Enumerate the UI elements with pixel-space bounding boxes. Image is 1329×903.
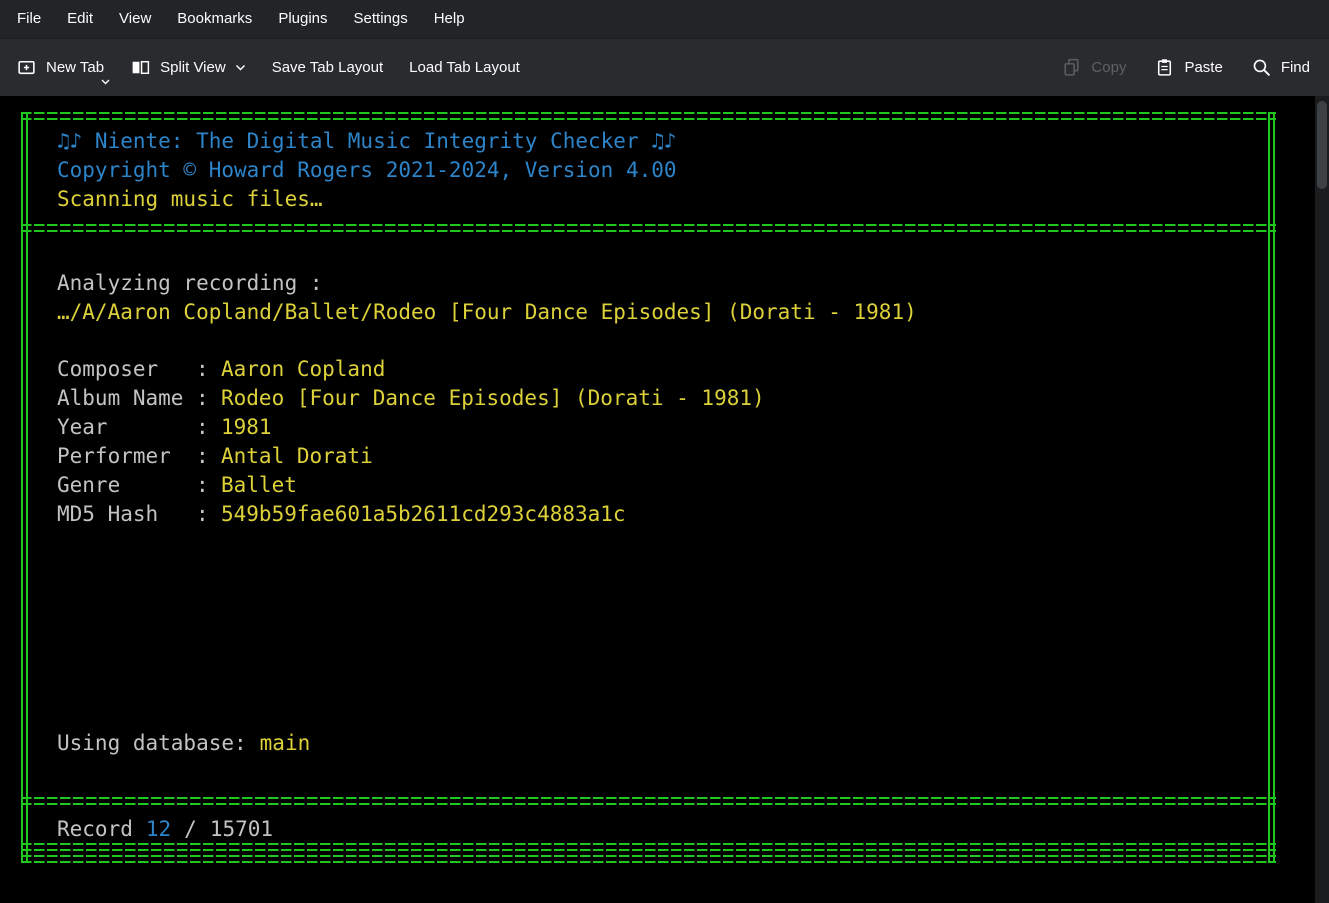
copy-label: Copy (1091, 59, 1126, 76)
field-separator: : (196, 355, 221, 384)
metadata-row-album: Album Name:Rodeo [Four Dance Episodes] (… (57, 384, 765, 413)
field-separator: : (196, 471, 221, 500)
tui-border-screen-bottom (21, 855, 1276, 863)
app-title: ♫♪ Niente: The Digital Music Integrity C… (57, 127, 677, 156)
find-icon (1251, 57, 1272, 78)
field-value: Aaron Copland (221, 357, 385, 381)
split-view-label: Split View (160, 59, 226, 76)
konsole-window: File Edit View Bookmarks Plugins Setting… (0, 0, 1329, 903)
recording-path: …/A/Aaron Copland/Ballet/Rodeo [Four Dan… (57, 298, 917, 327)
copy-button[interactable]: Copy (1061, 57, 1126, 78)
scrollbar[interactable] (1315, 96, 1329, 903)
menu-plugins[interactable]: Plugins (265, 0, 340, 38)
paste-button[interactable]: Paste (1154, 57, 1222, 78)
field-label: Performer (57, 442, 196, 471)
menu-edit[interactable]: Edit (54, 0, 106, 38)
menu-bookmarks[interactable]: Bookmarks (164, 0, 265, 38)
record-current: 12 (146, 817, 171, 841)
metadata-row-genre: Genre:Ballet (57, 471, 297, 500)
save-tab-layout-label: Save Tab Layout (272, 59, 383, 76)
database-value: main (260, 731, 311, 755)
metadata-row-performer: Performer:Antal Dorati (57, 442, 373, 471)
new-tab-icon (16, 57, 37, 78)
new-tab-button[interactable]: New Tab (16, 57, 104, 78)
field-separator: : (196, 500, 221, 529)
load-tab-layout-button[interactable]: Load Tab Layout (409, 59, 520, 76)
split-view-button[interactable]: Split View (130, 57, 246, 78)
tui-border-status-bottom (21, 843, 1276, 851)
field-label: Composer (57, 355, 196, 384)
tui-border-header-top (21, 112, 1276, 120)
paste-label: Paste (1184, 59, 1222, 76)
field-value: 549b59fae601a5b2611cd293c4883a1c (221, 502, 626, 526)
metadata-row-year: Year:1981 (57, 413, 272, 442)
record-line: Record 12 / 15701 (57, 815, 273, 844)
field-label: Year (57, 413, 196, 442)
chevron-down-icon (235, 64, 246, 71)
chevron-down-icon (101, 79, 110, 85)
tui-border-left (21, 112, 28, 863)
copy-icon (1061, 57, 1082, 78)
field-separator: : (196, 384, 221, 413)
field-separator: : (196, 413, 221, 442)
analyzing-label: Analyzing recording : (57, 269, 323, 298)
paste-icon (1154, 57, 1175, 78)
record-total: 15701 (210, 817, 273, 841)
toolbar: New Tab Split View Save Tab Layout Load … (0, 38, 1329, 96)
database-line: Using database: main (57, 729, 310, 758)
tui-border-main-bottom (21, 797, 1276, 805)
menu-file[interactable]: File (4, 0, 54, 38)
field-label: Genre (57, 471, 196, 500)
save-tab-layout-button[interactable]: Save Tab Layout (272, 59, 383, 76)
field-value: Antal Dorati (221, 444, 373, 468)
find-label: Find (1281, 59, 1310, 76)
terminal-screen[interactable]: ♫♪ Niente: The Digital Music Integrity C… (0, 96, 1315, 903)
metadata-row-md5: MD5 Hash:549b59fae601a5b2611cd293c4883a1… (57, 500, 626, 529)
toolbar-right-group: Copy Paste Find (1061, 57, 1310, 78)
tui-border-right (1268, 112, 1275, 863)
record-label: Record (57, 817, 133, 841)
field-value: Ballet (221, 473, 297, 497)
menu-view[interactable]: View (106, 0, 164, 38)
metadata-row-composer: Composer:Aaron Copland (57, 355, 385, 384)
field-label: MD5 Hash (57, 500, 196, 529)
find-button[interactable]: Find (1251, 57, 1310, 78)
menu-bar: File Edit View Bookmarks Plugins Setting… (0, 0, 1329, 38)
menu-settings[interactable]: Settings (341, 0, 421, 38)
field-label: Album Name (57, 384, 196, 413)
record-separator: / (184, 817, 197, 841)
new-tab-label: New Tab (46, 59, 104, 76)
field-value: Rodeo [Four Dance Episodes] (Dorati - 19… (221, 386, 765, 410)
field-value: 1981 (221, 415, 272, 439)
tui-border-header-bottom (21, 224, 1276, 232)
scanning-status: Scanning music files… (57, 185, 323, 214)
split-view-icon (130, 57, 151, 78)
menu-help[interactable]: Help (421, 0, 478, 38)
scrollbar-thumb[interactable] (1317, 101, 1327, 189)
field-separator: : (196, 442, 221, 471)
copyright-line: Copyright © Howard Rogers 2021-2024, Ver… (57, 156, 677, 185)
database-label: Using database: (57, 731, 247, 755)
load-tab-layout-label: Load Tab Layout (409, 59, 520, 76)
